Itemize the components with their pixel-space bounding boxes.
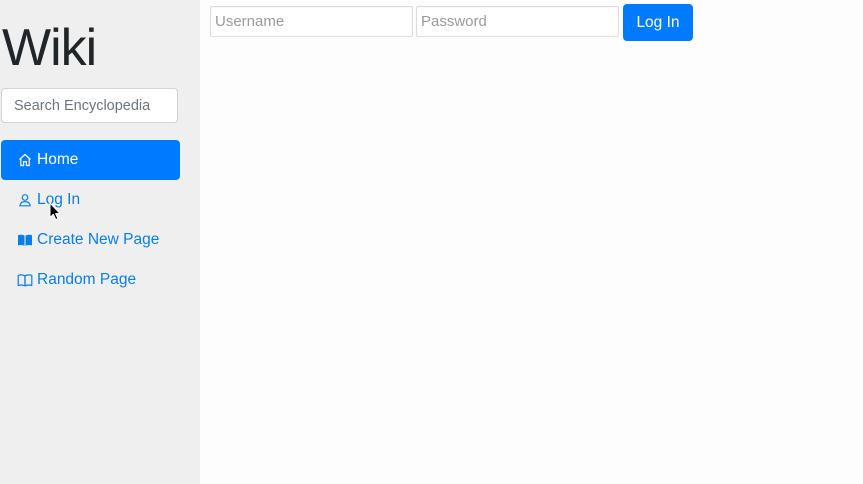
sidebar-item-label: Create New Page bbox=[37, 231, 160, 248]
sidebar: Wiki Home Log In bbox=[0, 0, 200, 484]
sidebar-item-create-new-page[interactable]: Create New Page bbox=[1, 220, 180, 260]
sidebar-item-label: Random Page bbox=[37, 271, 137, 288]
log-in-button[interactable]: Log In bbox=[623, 4, 693, 41]
person-icon bbox=[16, 192, 33, 209]
book-open-icon bbox=[16, 272, 33, 289]
sidebar-item-label: Log In bbox=[37, 191, 81, 208]
sidebar-item-home[interactable]: Home bbox=[1, 140, 180, 180]
house-icon bbox=[16, 152, 33, 169]
sidebar-nav: Home Log In Create New Page Random Page bbox=[1, 140, 180, 300]
search-input[interactable] bbox=[1, 88, 178, 123]
sidebar-item-log-in[interactable]: Log In bbox=[1, 180, 180, 220]
password-input[interactable] bbox=[416, 6, 619, 37]
sidebar-item-random-page[interactable]: Random Page bbox=[1, 260, 180, 300]
book-filled-icon bbox=[16, 232, 33, 249]
site-title: Wiki bbox=[2, 19, 97, 77]
username-input[interactable] bbox=[210, 6, 413, 37]
sidebar-item-label: Home bbox=[37, 151, 79, 168]
